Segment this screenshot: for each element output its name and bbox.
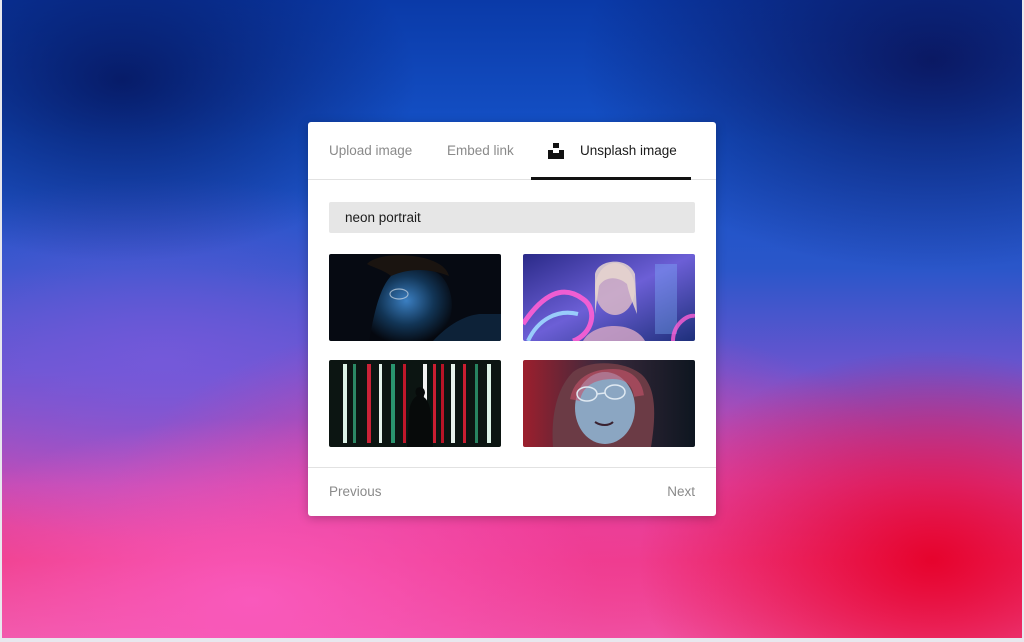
previous-button[interactable]: Previous — [329, 468, 382, 515]
active-tab-indicator — [531, 177, 691, 180]
tab-unsplash-label: Unsplash image — [580, 143, 677, 158]
pagination-bar: Previous Next — [308, 467, 716, 516]
result-image-4[interactable] — [523, 360, 695, 447]
result-image-1[interactable] — [329, 254, 501, 341]
unsplash-logo-icon — [548, 143, 564, 159]
image-picker-dialog: Upload image Embed link Unsplash image n… — [308, 122, 716, 516]
screen: Upload image Embed link Unsplash image n… — [0, 0, 1024, 642]
tab-upload-image[interactable]: Upload image — [329, 122, 412, 179]
result-image-2[interactable] — [523, 254, 695, 341]
tab-bar: Upload image Embed link Unsplash image — [308, 122, 716, 180]
tab-embed-link[interactable]: Embed link — [447, 122, 514, 179]
search-input[interactable] — [329, 202, 695, 233]
tab-unsplash-image[interactable]: Unsplash image — [531, 122, 691, 180]
next-button[interactable]: Next — [667, 468, 695, 515]
result-image-3[interactable] — [329, 360, 501, 447]
